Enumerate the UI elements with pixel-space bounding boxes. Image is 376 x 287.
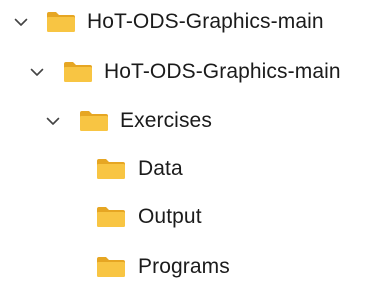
- folder-icon: [63, 60, 93, 84]
- tree-item-output[interactable]: Output: [96, 197, 202, 237]
- folder-icon: [96, 255, 126, 279]
- chevron-down-icon[interactable]: [44, 112, 62, 130]
- folder-icon: [96, 205, 126, 229]
- folder-tree: HoT-ODS-Graphics-main HoT-ODS-Graphics-m…: [0, 0, 376, 281]
- tree-item-hot-ods-graphics-main-child[interactable]: HoT-ODS-Graphics-main: [28, 52, 341, 92]
- tree-item-label: Output: [138, 205, 202, 228]
- folder-icon: [46, 10, 76, 34]
- chevron-down-icon[interactable]: [28, 63, 46, 81]
- tree-item-label: Exercises: [120, 109, 212, 132]
- tree-item-exercises[interactable]: Exercises: [44, 101, 212, 141]
- folder-icon: [96, 157, 126, 181]
- tree-item-label: Data: [138, 157, 183, 180]
- folder-icon: [79, 109, 109, 133]
- tree-item-data[interactable]: Data: [96, 149, 183, 189]
- chevron-down-icon[interactable]: [12, 13, 30, 31]
- tree-item-label: HoT-ODS-Graphics-main: [87, 10, 324, 33]
- tree-item-label: Programs: [138, 255, 230, 278]
- tree-item-hot-ods-graphics-main-root[interactable]: HoT-ODS-Graphics-main: [12, 2, 324, 42]
- tree-item-programs[interactable]: Programs: [96, 247, 230, 287]
- tree-item-label: HoT-ODS-Graphics-main: [104, 60, 341, 83]
